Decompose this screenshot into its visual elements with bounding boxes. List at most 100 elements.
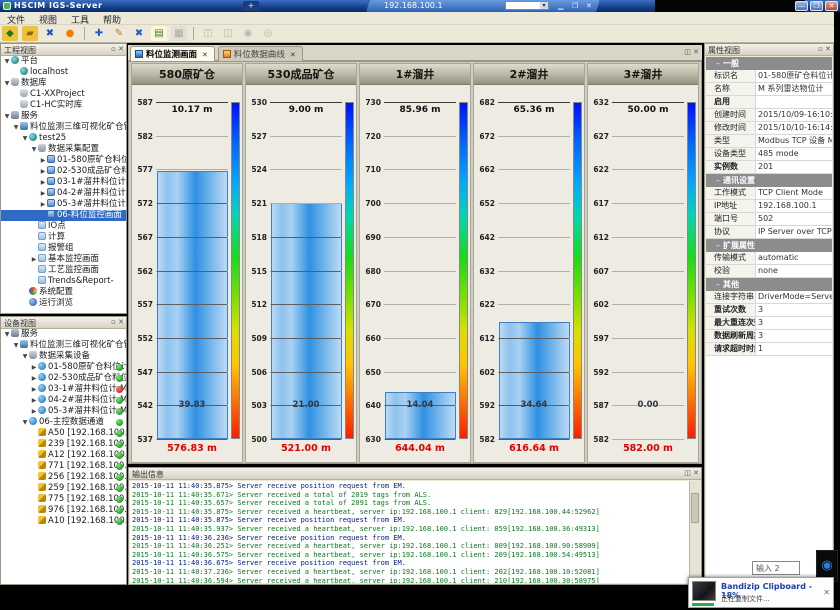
property-value[interactable]: 1 [756, 343, 832, 355]
tree-item[interactable]: ▼06-主控数据通道 [1, 417, 126, 428]
tree-item[interactable]: 239 [192.168.100.36]- [1, 439, 126, 450]
property-section[interactable]: 通讯设置 [706, 174, 832, 187]
property-header-icons[interactable]: ▫ ✕ [818, 45, 831, 53]
tree-expand-icon[interactable]: ▶ [30, 254, 38, 265]
add-item-button[interactable]: ✚ [91, 26, 107, 41]
property-value[interactable]: 502 [756, 213, 832, 225]
property-value[interactable]: 3 [756, 317, 832, 329]
property-value[interactable]: Modbus TCP 设备 M- [756, 135, 832, 147]
tab-close-icon[interactable]: ✕ [290, 51, 296, 59]
tree-collapse-icon[interactable]: ▼ [21, 351, 29, 362]
panel-pin-close-icons[interactable]: ▫ ✕ [111, 318, 124, 326]
disconnect-button[interactable]: ✖ [42, 26, 58, 41]
tree-item[interactable]: localhost [1, 67, 126, 78]
scrollbar-thumb[interactable] [691, 493, 699, 523]
tree-collapse-icon[interactable]: ▼ [3, 111, 11, 122]
property-row[interactable]: 传输模式automatic [706, 252, 832, 265]
property-row[interactable]: 校验none [706, 265, 832, 278]
tree-item[interactable]: ▼数据采集设备 [1, 351, 126, 362]
tree-item[interactable]: ▼数据库 [1, 78, 126, 89]
child-minimize-button[interactable]: ▁ [558, 2, 563, 10]
new-session-tab-button[interactable]: + [243, 1, 259, 11]
tree-expand-icon[interactable]: ▶ [30, 373, 38, 384]
tree-item[interactable]: ▼服务 [1, 111, 126, 122]
tree-item[interactable]: 976 [192.168.100.19]- [1, 505, 126, 516]
tree-collapse-icon[interactable]: ▼ [21, 417, 29, 428]
alarm-bell-button[interactable]: ● [62, 26, 78, 41]
tree-item[interactable]: ▶01-580原矿仓料位计-Var- [1, 155, 126, 166]
tree-collapse-icon[interactable]: ▼ [12, 122, 20, 133]
property-value[interactable]: automatic [756, 252, 832, 264]
tree-item[interactable]: Trends&Report- [1, 276, 126, 287]
tree-item[interactable]: ▼服务 [1, 329, 126, 340]
tree-item[interactable]: 计算 [1, 232, 126, 243]
maximize-button[interactable]: ❐ [810, 1, 823, 11]
tree-item[interactable]: ▶04-2#溜井料位计-Var- [1, 188, 126, 199]
tree-expand-icon[interactable]: ▶ [39, 155, 47, 166]
property-row[interactable]: 实例数201 [706, 161, 832, 174]
property-row[interactable]: 设备类型485 mode [706, 148, 832, 161]
tree-item[interactable]: 06-料位监控画面 [1, 210, 126, 221]
property-value[interactable]: 3 [756, 330, 832, 342]
property-section[interactable]: 其他 [706, 278, 832, 291]
log-output[interactable]: 2015-10-11 11:40:35.875> Server receive … [130, 481, 689, 583]
floating-input[interactable]: 输入 2 [752, 561, 800, 575]
close-button[interactable]: ✕ [825, 1, 838, 11]
property-value[interactable]: 192.168.100.1 [756, 200, 832, 212]
property-row[interactable]: 请求超时时间1 [706, 343, 832, 356]
tree-item[interactable]: ▶03-1#溜井料位计-Mon- [1, 384, 126, 395]
session-combobox[interactable]: ▾ [505, 1, 549, 10]
edit-item-button[interactable]: ✎ [111, 26, 127, 41]
property-row[interactable]: IP地址192.168.100.1 [706, 200, 832, 213]
tree-item[interactable]: ▼平台 [1, 56, 126, 67]
delete-item-button[interactable]: ✖ [131, 26, 147, 41]
tree-item[interactable]: 775 [192.168.100.6]- [1, 494, 126, 505]
child-restore-button[interactable]: ❐ [572, 2, 578, 10]
property-row[interactable]: 最大重连次数3 [706, 317, 832, 330]
tab-close-icon[interactable]: ✕ [202, 51, 208, 59]
tree-expand-icon[interactable]: ▶ [30, 384, 38, 395]
property-row[interactable]: 名称M 系列雷达物位计 [706, 83, 832, 96]
property-value[interactable] [756, 96, 832, 108]
tree-item[interactable]: C1-HC实时库 [1, 100, 126, 111]
tree-item[interactable]: ▶01-580原矿仓料位计-Mon- [1, 362, 126, 373]
toast-notification[interactable]: Bandizip Clipboard - 18% 正在复制文件... ✕ [688, 577, 834, 608]
property-value[interactable]: 201 [756, 161, 832, 173]
tree-item[interactable]: A12 [192.168.100.4]- [1, 450, 126, 461]
table-view-button[interactable]: ▤ [151, 26, 167, 41]
property-row[interactable]: 连接字符串DriverMode=Server@19- [706, 291, 832, 304]
property-value[interactable]: 2015/10/09-16:10:43- [756, 109, 832, 121]
property-value[interactable]: 3 [756, 304, 832, 316]
chevron-down-icon[interactable]: ▾ [540, 2, 548, 9]
property-row[interactable]: 启用 [706, 96, 832, 109]
tree-item[interactable]: ▼料位监测三维可视化矿仓管理平台- [1, 340, 126, 351]
property-row[interactable]: 标识名01-580原矿仓料位计-M- [706, 70, 832, 83]
tree-item[interactable]: ▼test25 [1, 133, 126, 144]
tree-item[interactable]: ▶02-530成品矿仓料位计-Var- [1, 166, 126, 177]
tree-item[interactable]: ▼数据采集配置 [1, 144, 126, 155]
tree-item[interactable]: IO点 [1, 221, 126, 232]
property-row[interactable]: 数据刷新周期3 [706, 330, 832, 343]
property-value[interactable]: none [756, 265, 832, 277]
property-value[interactable]: M 系列雷达物位计 [756, 83, 832, 95]
tree-item[interactable]: ▶03-1#溜井料位计-Var- [1, 177, 126, 188]
toast-close-icon[interactable]: ✕ [823, 588, 830, 597]
connect-server-button[interactable]: ◆ [2, 26, 18, 41]
property-row[interactable]: 重试次数3 [706, 304, 832, 317]
tree-item[interactable]: ▶04-2#溜井料位计-Mon- [1, 395, 126, 406]
panel-pin-close-icons[interactable]: ▫ ✕ [111, 45, 124, 53]
property-section[interactable]: 一般 [706, 57, 832, 70]
tree-item[interactable]: A50 [192.168.100.44]- [1, 428, 126, 439]
tree-collapse-icon[interactable]: ▼ [21, 133, 29, 144]
property-row[interactable]: 创建时间2015/10/09-16:10:43- [706, 109, 832, 122]
tree-item[interactable]: 系统配置 [1, 287, 126, 298]
tree-expand-icon[interactable]: ▶ [39, 166, 47, 177]
property-row[interactable]: 修改时间2015/10/10-16:14:45- [706, 122, 832, 135]
tree-expand-icon[interactable]: ▶ [30, 406, 38, 417]
tree-expand-icon[interactable]: ▶ [30, 362, 38, 373]
property-value[interactable]: 485 mode [756, 148, 832, 160]
minimize-button[interactable]: — [795, 1, 808, 11]
tree-expand-icon[interactable]: ▶ [39, 177, 47, 188]
tree-expand-icon[interactable]: ▶ [30, 395, 38, 406]
tree-collapse-icon[interactable]: ▼ [30, 144, 38, 155]
